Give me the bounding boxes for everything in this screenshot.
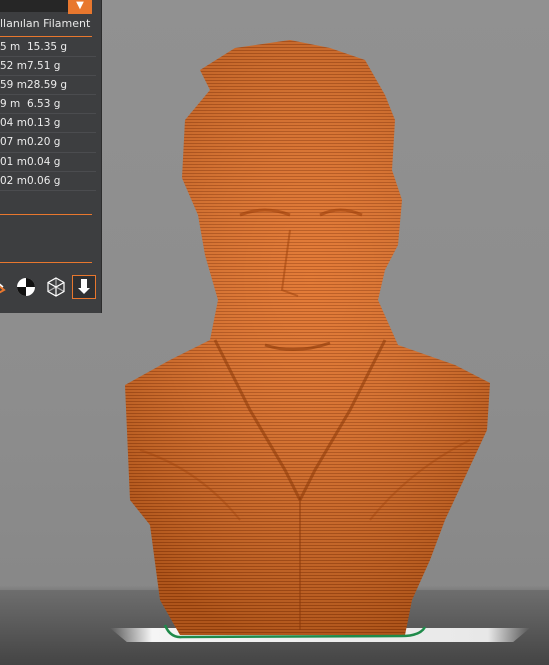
filament-length: 5 m [0, 41, 21, 53]
filament-usage-panel: ▼ llanılan Filament 5 m 15.35 g 52 m 7.51 … [0, 0, 102, 313]
filament-weight: 0.06 g [27, 174, 61, 187]
list-item: 52 m 7.51 g [0, 57, 96, 77]
list-item: 02 m 0.06 g [0, 172, 96, 191]
list-item: 5 m 15.35 g [0, 38, 96, 58]
filament-weight: 0.04 g [27, 155, 61, 168]
list-item: 59 m 28.59 g [0, 76, 96, 96]
filament-length: 59 m [0, 79, 27, 92]
filament-length: 07 m [0, 136, 27, 149]
view-mode-toolbar [0, 275, 96, 303]
divider [0, 262, 92, 263]
filament-length: 04 m [0, 117, 27, 130]
filament-length: 01 m [0, 155, 27, 168]
list-item: 01 m 0.04 g [0, 153, 96, 172]
filament-length: 52 m [0, 60, 27, 73]
download-icon[interactable] [72, 275, 96, 299]
shading-icon[interactable] [14, 275, 38, 299]
filament-weight: 0.13 g [27, 117, 61, 130]
filament-weight: 0.20 g [27, 136, 61, 149]
filament-weight: 7.51 g [27, 60, 61, 73]
filament-weight: 6.53 g [27, 98, 61, 111]
divider [0, 36, 92, 37]
list-item: 9 m 6.53 g [0, 95, 96, 115]
filament-weight: 28.59 g [27, 79, 68, 92]
filament-length: 9 m [0, 98, 21, 111]
wireframe-cube-icon[interactable] [44, 275, 68, 299]
list-item: 07 m 0.20 g [0, 133, 96, 153]
filament-length: 02 m [0, 174, 27, 187]
filament-list: 5 m 15.35 g 52 m 7.51 g 59 m 28.59 g 9 m 6.5… [0, 38, 96, 191]
chevron-down-icon[interactable]: ▼ [68, 0, 92, 14]
list-item: 04 m 0.13 g [0, 114, 96, 134]
divider [0, 214, 92, 215]
panel-title: llanılan Filament [0, 17, 91, 30]
filament-weight: 15.35 g [27, 41, 68, 53]
